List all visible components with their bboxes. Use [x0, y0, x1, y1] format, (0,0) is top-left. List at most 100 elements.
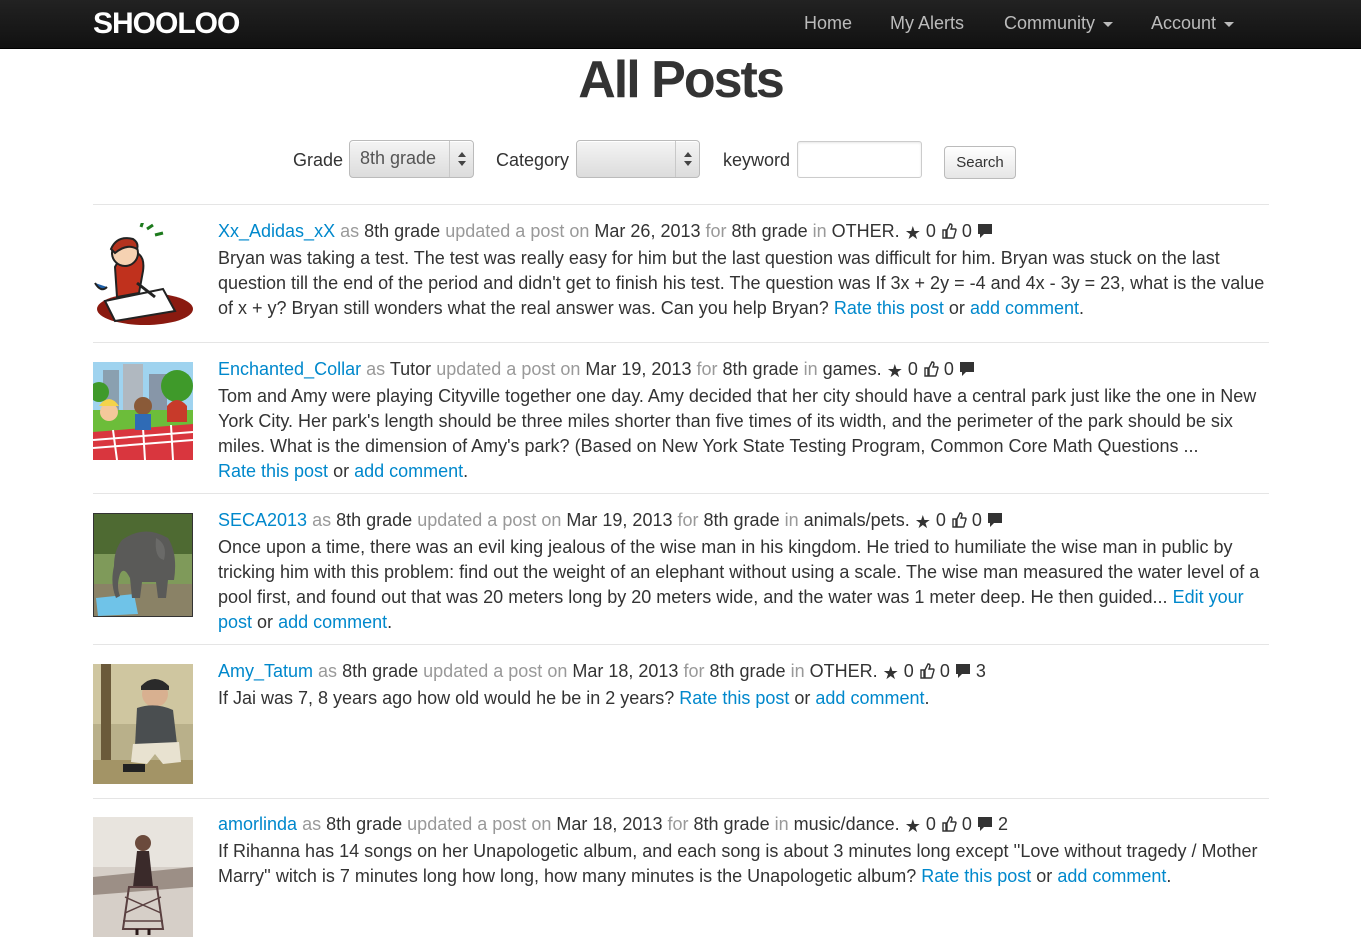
keyword-input[interactable]: [797, 141, 922, 178]
post-body: amorlinda as 8th grade updated a post on…: [218, 812, 1270, 889]
post-grade: 8th grade: [709, 661, 786, 681]
grade-label: Grade: [293, 150, 344, 170]
post-body-text: If Jai was 7, 8 years ago how old would …: [218, 688, 675, 708]
in-label: in: [790, 661, 805, 681]
post-grade: 8th grade: [722, 359, 799, 379]
comment-icon: [977, 224, 992, 238]
post-body-text: Tom and Amy were playing Cityville toget…: [218, 386, 1257, 456]
or-label: or: [948, 298, 965, 318]
post-text: Tom and Amy were playing Cityville toget…: [218, 386, 1257, 481]
post-label: post: [502, 510, 537, 530]
nav-community-label: Community: [1004, 13, 1096, 33]
avatar[interactable]: [93, 664, 193, 784]
author-role: 8th grade: [342, 661, 419, 681]
for-label: for: [683, 661, 705, 681]
post-grade: 8th grade: [693, 814, 770, 834]
on-label: on: [569, 221, 590, 241]
author-link[interactable]: Enchanted_Collar: [218, 359, 361, 379]
like-count: 0: [971, 510, 982, 530]
star-icon: ★: [904, 816, 921, 836]
post-meta: SECA2013 as 8th grade updated a post on …: [218, 508, 1270, 535]
in-label: in: [812, 221, 827, 241]
elephant-photo: [94, 514, 192, 616]
post-category: OTHER.: [831, 221, 900, 241]
updated-label: updated: [417, 510, 483, 530]
category-select[interactable]: [576, 140, 700, 178]
like-count: 0: [939, 661, 950, 681]
or-label: or: [794, 688, 811, 708]
on-label: on: [531, 814, 552, 834]
add-comment-link[interactable]: add comment: [1057, 866, 1166, 886]
comment-icon: [955, 664, 970, 678]
post-meta: amorlinda as 8th grade updated a post on…: [218, 812, 1270, 839]
star-count: 0: [935, 510, 946, 530]
author-link[interactable]: amorlinda: [218, 814, 297, 834]
avatar[interactable]: [93, 513, 193, 617]
add-comment-link[interactable]: add comment: [815, 688, 924, 708]
post-body: Amy_Tatum as 8th grade updated a post on…: [218, 659, 1270, 711]
post-category: music/dance.: [793, 814, 900, 834]
author-role: 8th grade: [364, 221, 441, 241]
avatar[interactable]: [93, 817, 193, 937]
post-date: Mar 19, 2013: [585, 359, 692, 379]
author-link[interactable]: Xx_Adidas_xX: [218, 221, 335, 241]
category-label: Category: [496, 150, 570, 170]
nav-home[interactable]: Home: [804, 13, 852, 34]
nav-community[interactable]: Community: [1004, 13, 1114, 34]
post-text: If Rihanna has 14 songs on her Unapologe…: [218, 841, 1258, 886]
nav-my-alerts[interactable]: My Alerts: [890, 13, 964, 34]
on-label: on: [560, 359, 581, 379]
divider: [93, 798, 1269, 799]
grade-select-value: 8th grade: [360, 148, 437, 168]
divider: [93, 644, 1269, 645]
thumbs-up-icon: [920, 663, 935, 679]
article-label: a: [506, 359, 517, 379]
author-role: 8th grade: [336, 510, 413, 530]
rate-post-link[interactable]: Rate this post: [218, 461, 328, 481]
author-link[interactable]: SECA2013: [218, 510, 307, 530]
in-label: in: [803, 359, 818, 379]
post-date: Mar 18, 2013: [556, 814, 663, 834]
post-category: OTHER.: [809, 661, 878, 681]
for-label: for: [705, 221, 727, 241]
post-label: post: [492, 814, 527, 834]
author-role: Tutor: [389, 359, 432, 379]
author-link[interactable]: Amy_Tatum: [218, 661, 313, 681]
as-label: as: [302, 814, 322, 834]
post-body-text: Once upon a time, there was an evil king…: [218, 537, 1260, 607]
rate-post-link[interactable]: Rate this post: [679, 688, 789, 708]
grade-select[interactable]: 8th grade: [349, 140, 474, 178]
nav-account[interactable]: Account: [1151, 13, 1235, 34]
post-category: games.: [822, 359, 882, 379]
star-count: 0: [903, 661, 914, 681]
add-comment-link[interactable]: add comment: [970, 298, 1079, 318]
post-label: post: [530, 221, 565, 241]
avatar[interactable]: [93, 362, 193, 460]
or-label: or: [333, 461, 350, 481]
cityville-picnic-image: [93, 362, 193, 460]
search-button[interactable]: Search: [944, 146, 1016, 179]
post-body: Xx_Adidas_xX as 8th grade updated a post…: [218, 219, 1270, 321]
as-label: as: [340, 221, 360, 241]
post-text: Once upon a time, there was an evil king…: [218, 537, 1260, 632]
avatar[interactable]: [93, 223, 193, 327]
post-text: Bryan was taking a test. The test was re…: [218, 248, 1265, 318]
add-comment-link[interactable]: add comment: [278, 612, 387, 632]
rate-post-link[interactable]: Rate this post: [921, 866, 1031, 886]
for-label: for: [696, 359, 718, 379]
like-count: 0: [961, 221, 972, 241]
comment-count: 3: [975, 661, 986, 681]
article-label: a: [487, 510, 498, 530]
add-comment-link[interactable]: add comment: [354, 461, 463, 481]
updated-label: updated: [436, 359, 502, 379]
article-label: a: [493, 661, 504, 681]
updated-label: updated: [445, 221, 511, 241]
as-label: as: [318, 661, 338, 681]
star-count: 0: [925, 221, 936, 241]
star-icon: ★: [914, 512, 931, 532]
brand-logo[interactable]: SHOOLOO: [93, 7, 240, 41]
rate-post-link[interactable]: Rate this post: [834, 298, 944, 318]
as-label: as: [312, 510, 332, 530]
student-writing-image: [93, 223, 193, 327]
post-grade: 8th grade: [703, 510, 780, 530]
